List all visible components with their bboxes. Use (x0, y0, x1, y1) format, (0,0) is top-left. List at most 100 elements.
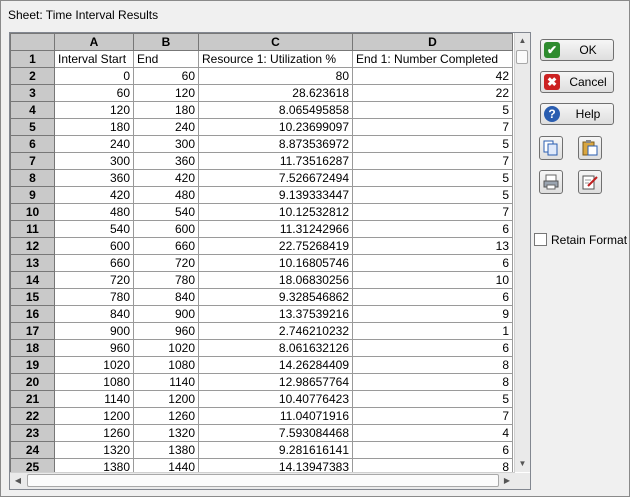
cancel-button[interactable]: ✖ Cancel (540, 71, 614, 93)
cell-b[interactable]: 660 (133, 237, 199, 255)
cell-d[interactable]: 1 (352, 322, 513, 340)
cell-b[interactable]: 480 (133, 186, 199, 204)
cell-a[interactable]: Interval Start (54, 50, 134, 68)
cell-a[interactable]: 1020 (54, 356, 134, 374)
row-header[interactable]: 15 (10, 288, 55, 306)
cell-d[interactable]: 5 (352, 101, 513, 119)
ok-button[interactable]: ✔ OK (540, 39, 614, 61)
cell-c[interactable]: 11.73516287 (198, 152, 353, 170)
row-header[interactable]: 8 (10, 169, 55, 187)
cell-c[interactable]: 11.31242966 (198, 220, 353, 238)
edit-button[interactable] (578, 170, 602, 194)
cell-b[interactable]: 1080 (133, 356, 199, 374)
row-header[interactable]: 23 (10, 424, 55, 442)
cell-a[interactable]: 0 (54, 67, 134, 85)
cell-c[interactable]: 7.526672494 (198, 169, 353, 187)
row-header[interactable]: 18 (10, 339, 55, 357)
corner-cell[interactable] (10, 33, 55, 51)
cell-a[interactable]: 1320 (54, 441, 134, 459)
cell-a[interactable]: 840 (54, 305, 134, 323)
cell-d[interactable]: 5 (352, 390, 513, 408)
cell-b[interactable]: 60 (133, 67, 199, 85)
retain-format-option[interactable]: Retain Format (534, 233, 627, 247)
cell-b[interactable]: 780 (133, 271, 199, 289)
copy-button[interactable] (539, 136, 563, 160)
cell-b[interactable]: 1140 (133, 373, 199, 391)
row-header[interactable]: 2 (10, 67, 55, 85)
row-header[interactable]: 20 (10, 373, 55, 391)
cell-b[interactable]: 1380 (133, 441, 199, 459)
cell-d[interactable]: 10 (352, 271, 513, 289)
cell-d[interactable]: 7 (352, 118, 513, 136)
cell-a[interactable]: 1260 (54, 424, 134, 442)
retain-format-checkbox[interactable] (534, 233, 547, 246)
horizontal-scroll-thumb[interactable] (27, 474, 499, 487)
column-header-a[interactable]: A (54, 33, 134, 51)
row-header[interactable]: 1 (10, 50, 55, 68)
row-header[interactable]: 22 (10, 407, 55, 425)
cell-d[interactable]: 7 (352, 407, 513, 425)
cell-d[interactable]: 6 (352, 288, 513, 306)
cell-c[interactable]: 13.37539216 (198, 305, 353, 323)
cell-d[interactable]: 5 (352, 135, 513, 153)
cell-d[interactable]: 8 (352, 373, 513, 391)
cell-a[interactable]: 480 (54, 203, 134, 221)
cell-d[interactable]: 8 (352, 356, 513, 374)
cell-d[interactable]: 6 (352, 339, 513, 357)
cell-b[interactable]: 960 (133, 322, 199, 340)
cell-a[interactable]: 60 (54, 84, 134, 102)
cell-b[interactable]: 240 (133, 118, 199, 136)
cell-a[interactable]: 1140 (54, 390, 134, 408)
cell-d[interactable]: 13 (352, 237, 513, 255)
cell-c[interactable]: 8.065495858 (198, 101, 353, 119)
cell-d[interactable]: 42 (352, 67, 513, 85)
cell-a[interactable]: 960 (54, 339, 134, 357)
vertical-scroll-thumb[interactable] (516, 50, 528, 64)
cell-d[interactable]: 5 (352, 186, 513, 204)
row-header[interactable]: 17 (10, 322, 55, 340)
cell-a[interactable]: 1200 (54, 407, 134, 425)
cell-b[interactable]: 180 (133, 101, 199, 119)
cell-c[interactable]: 28.623618 (198, 84, 353, 102)
spreadsheet-grid[interactable]: A B C D 1 Interval Start End Resource 1: Ut… (9, 32, 531, 490)
row-header[interactable]: 11 (10, 220, 55, 238)
cell-b[interactable]: 900 (133, 305, 199, 323)
column-header-b[interactable]: B (133, 33, 199, 51)
cell-a[interactable]: 900 (54, 322, 134, 340)
cell-c[interactable]: 18.06830256 (198, 271, 353, 289)
cell-b[interactable]: 600 (133, 220, 199, 238)
scroll-down-arrow-icon[interactable]: ▼ (515, 456, 530, 472)
cell-a[interactable]: 180 (54, 118, 134, 136)
cell-c[interactable]: 2.746210232 (198, 322, 353, 340)
cell-a[interactable]: 120 (54, 101, 134, 119)
horizontal-scrollbar[interactable]: ◀ ▶ (10, 472, 515, 489)
row-header[interactable]: 6 (10, 135, 55, 153)
help-button[interactable]: ? Help (540, 103, 614, 125)
cell-c[interactable]: Resource 1: Utilization % (198, 50, 353, 68)
row-header[interactable]: 14 (10, 271, 55, 289)
cell-d[interactable]: 7 (352, 203, 513, 221)
row-header[interactable]: 16 (10, 305, 55, 323)
row-header[interactable]: 7 (10, 152, 55, 170)
cell-b[interactable]: 1200 (133, 390, 199, 408)
cell-d[interactable]: 22 (352, 84, 513, 102)
cell-b[interactable]: 1320 (133, 424, 199, 442)
cell-a[interactable]: 780 (54, 288, 134, 306)
cell-c[interactable]: 9.328546862 (198, 288, 353, 306)
cell-a[interactable]: 660 (54, 254, 134, 272)
cell-d[interactable]: 4 (352, 424, 513, 442)
cell-c[interactable]: 10.12532812 (198, 203, 353, 221)
cell-c[interactable]: 10.16805746 (198, 254, 353, 272)
cell-c[interactable]: 7.593084468 (198, 424, 353, 442)
cell-a[interactable]: 720 (54, 271, 134, 289)
cell-c[interactable]: 9.281616141 (198, 441, 353, 459)
cell-b[interactable]: 840 (133, 288, 199, 306)
cell-c[interactable]: 8.061632126 (198, 339, 353, 357)
cell-d[interactable]: 6 (352, 441, 513, 459)
row-header[interactable]: 9 (10, 186, 55, 204)
cell-c[interactable]: 10.23699097 (198, 118, 353, 136)
row-header[interactable]: 24 (10, 441, 55, 459)
cell-b[interactable]: End (133, 50, 199, 68)
cell-d[interactable]: 6 (352, 254, 513, 272)
cell-d[interactable]: 5 (352, 169, 513, 187)
